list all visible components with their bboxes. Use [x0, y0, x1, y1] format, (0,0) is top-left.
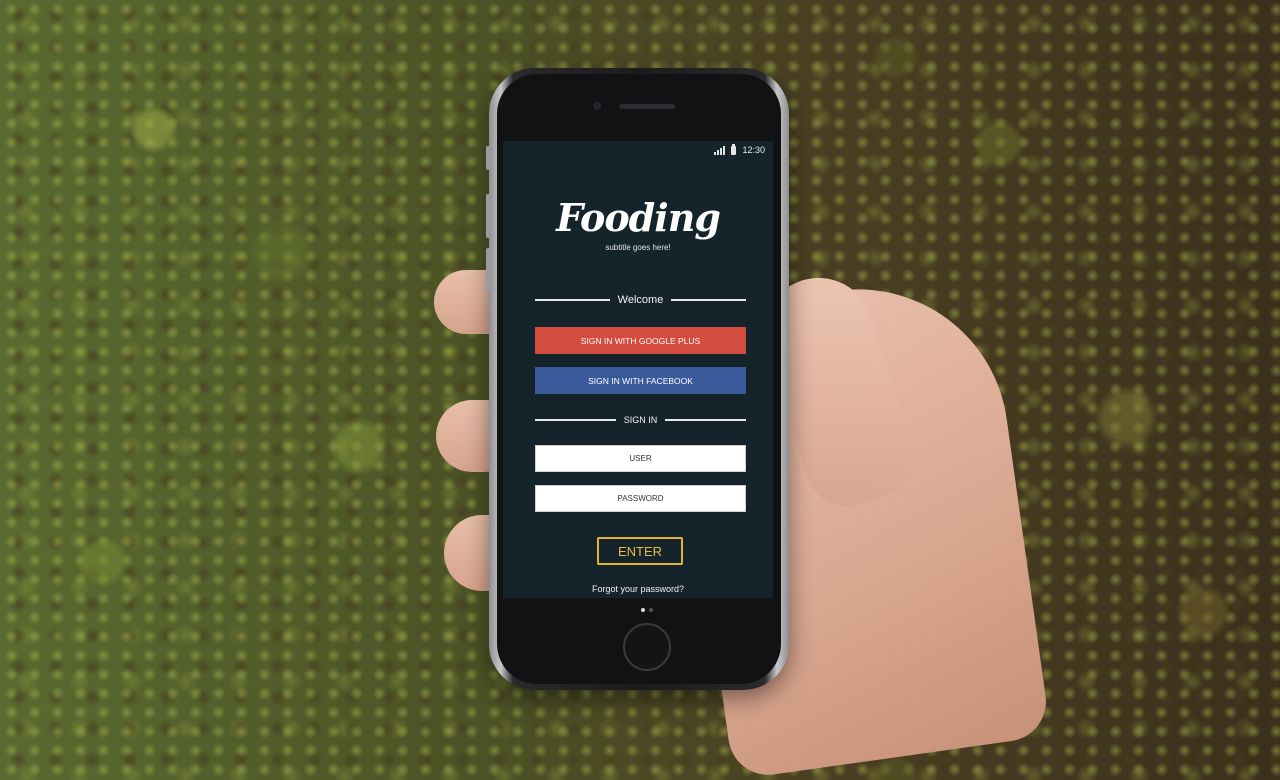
- status-bar: 12:30: [503, 141, 773, 159]
- forgot-password-link[interactable]: Forgot your password?: [503, 584, 773, 594]
- facebook-signin-button[interactable]: SIGN IN WITH FACEBOOK: [535, 367, 746, 394]
- volume-down-button: [486, 248, 490, 292]
- page-indicator: [637, 608, 657, 612]
- earpiece-speaker: [619, 104, 675, 109]
- app-title: Fooding: [556, 195, 721, 240]
- app-subtitle: subtitle goes here!: [605, 243, 671, 252]
- welcome-divider: Welcome: [535, 294, 746, 306]
- password-input[interactable]: [535, 485, 746, 512]
- divider-line: [665, 419, 747, 421]
- divider-line: [535, 419, 616, 421]
- status-time: 12:30: [742, 145, 765, 155]
- google-signin-button[interactable]: SIGN IN WITH GOOGLE PLUS: [535, 327, 746, 354]
- front-camera-icon: [593, 102, 601, 110]
- volume-up-button: [486, 194, 490, 238]
- signin-label: SIGN IN: [623, 415, 658, 425]
- user-input[interactable]: [535, 445, 746, 472]
- divider-line: [671, 299, 746, 301]
- signal-icon: [714, 145, 726, 155]
- divider-line: [535, 299, 610, 301]
- home-button[interactable]: [623, 623, 671, 671]
- page-dot: [649, 608, 653, 612]
- enter-button[interactable]: ENTER: [597, 537, 683, 565]
- app-screen: 12:30 Fooding subtitle goes here! Welcom…: [503, 141, 773, 598]
- page-dot: [641, 608, 645, 612]
- signin-divider: SIGN IN: [535, 415, 747, 425]
- battery-icon: [731, 143, 737, 155]
- welcome-label: Welcome: [617, 294, 664, 306]
- mute-switch: [486, 146, 490, 170]
